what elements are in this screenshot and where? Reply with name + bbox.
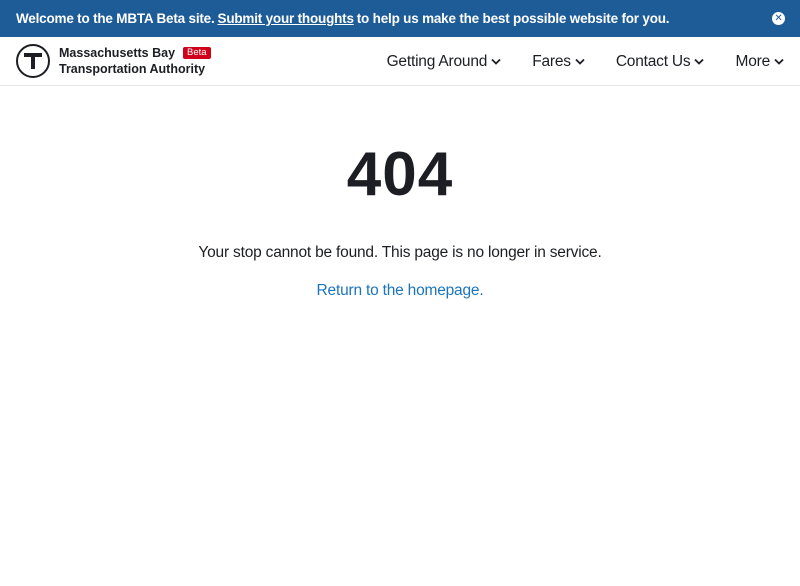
banner-text: Welcome to the MBTA Beta site. [16,11,215,26]
banner-text-after: to help us make the best possible websit… [356,11,670,26]
beta-badge: Beta [183,47,211,59]
close-icon[interactable]: ✕ [772,12,785,25]
nav-more[interactable]: More [735,53,784,71]
nav-label: More [735,52,770,70]
brand-line1: Massachusetts Bay [59,46,176,60]
nav-label: Contact Us [615,52,691,70]
nav-contact-us[interactable]: Contact Us [616,53,705,71]
return-home-link[interactable]: Return to the homepage. [317,282,484,300]
site-header: Massachusetts Bay Beta Transportation Au… [0,37,800,86]
error-message: Your stop cannot be found. This page is … [198,244,602,261]
submit-thoughts-link[interactable]: Submit your thoughts [218,11,354,26]
nav-label: Getting Around [386,52,488,70]
chevron-down-icon [694,58,705,65]
main-nav: Getting Around Fares Contact Us More [356,37,784,86]
brand-line2: Transportation Authority [59,62,206,76]
nav-label: Fares [532,52,571,70]
brand-name: Massachusetts Bay Beta Transportation Au… [59,45,211,77]
error-content: 404 Your stop cannot be found. This page… [0,86,800,300]
chevron-down-icon [491,58,501,65]
beta-banner: Welcome to the MBTA Beta site. Submit yo… [0,0,800,37]
chevron-down-icon [575,58,585,65]
mbta-t-icon [16,44,50,78]
chevron-down-icon [774,58,784,65]
nav-getting-around[interactable]: Getting Around [387,53,502,71]
nav-fares[interactable]: Fares [532,53,585,71]
error-code: 404 [346,140,454,209]
home-logo-link[interactable]: Massachusetts Bay Beta Transportation Au… [16,44,211,78]
